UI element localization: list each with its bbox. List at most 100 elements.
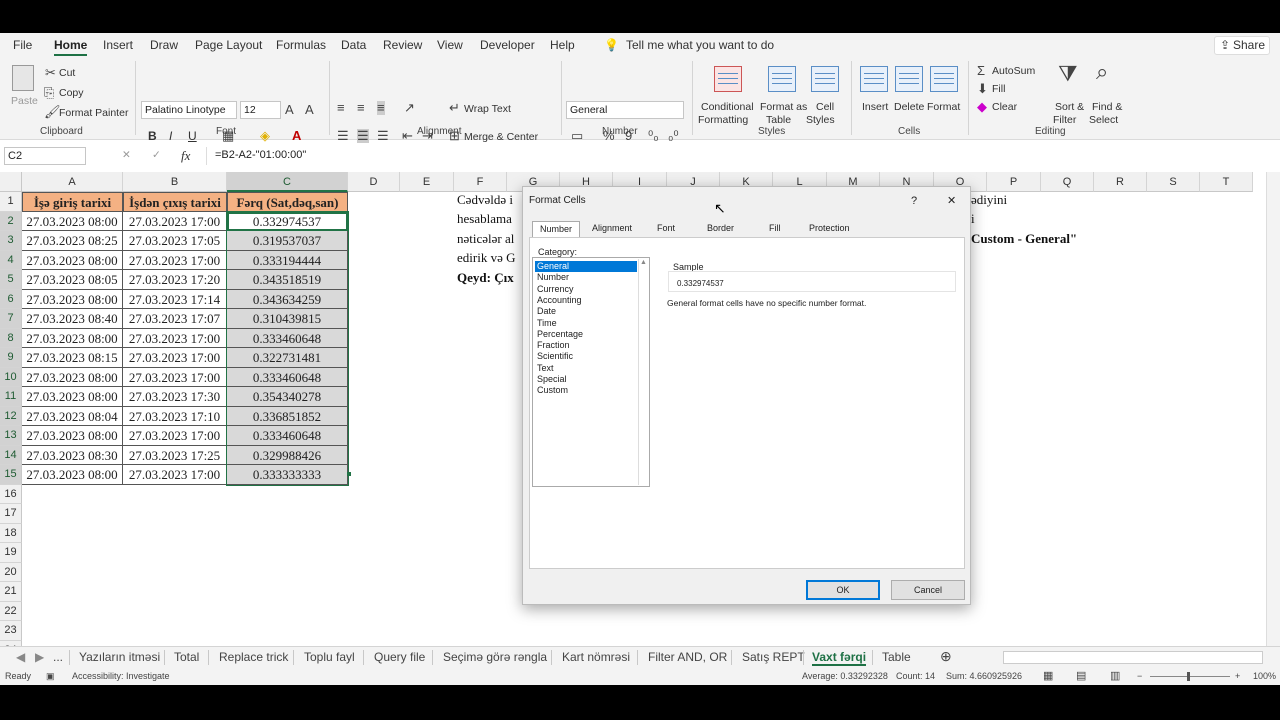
column-header[interactable]: F <box>454 172 507 192</box>
increase-decimal-icon[interactable]: ⁰₀ <box>648 129 659 143</box>
orientation-icon[interactable]: ↗ <box>404 101 415 115</box>
date-cell[interactable]: 27.03.2023 17:00 <box>123 426 227 446</box>
category-item[interactable]: Accounting <box>535 295 637 306</box>
date-cell[interactable]: 27.03.2023 17:25 <box>123 445 227 465</box>
row-header[interactable]: 12 <box>0 406 22 426</box>
dialog-tab-alignment[interactable]: Alignment <box>592 223 632 233</box>
tab-help[interactable]: Help <box>550 38 575 52</box>
category-scrollbar[interactable]: ▲ <box>638 259 648 485</box>
column-header[interactable]: A <box>22 172 123 192</box>
row-header[interactable]: 1 <box>0 192 22 212</box>
zoom-slider-thumb[interactable] <box>1187 672 1190 681</box>
category-item[interactable]: Text <box>535 363 637 374</box>
sort-filter-label-2[interactable]: Filter <box>1053 114 1076 126</box>
align-left-icon[interactable]: ☰ <box>337 129 349 143</box>
format-as-table-icon[interactable] <box>768 66 796 92</box>
row-header[interactable]: 11 <box>0 387 22 407</box>
tab-page-layout[interactable]: Page Layout <box>195 38 262 52</box>
decrease-decimal-icon[interactable]: ₀⁰ <box>668 129 679 143</box>
table-header-cell[interactable]: İşə giriş tarixi <box>22 192 123 212</box>
column-header[interactable]: D <box>348 172 400 192</box>
date-cell[interactable]: 27.03.2023 08:00 <box>22 367 123 387</box>
share-button[interactable]: ⇪ Share <box>1214 36 1270 55</box>
font-color-icon[interactable]: A <box>292 129 301 143</box>
date-cell[interactable]: 27.03.2023 08:00 <box>22 465 123 485</box>
accounting-format-icon[interactable]: ▭ <box>571 129 583 143</box>
row-header[interactable]: 5 <box>0 270 22 290</box>
category-item[interactable]: Percentage <box>535 329 637 340</box>
dialog-tab-border[interactable]: Border <box>707 223 734 233</box>
row-header[interactable]: 2 <box>0 211 22 231</box>
row-header[interactable]: 8 <box>0 328 22 348</box>
category-item[interactable]: Date <box>535 306 637 317</box>
align-right-icon[interactable]: ☰ <box>377 129 389 143</box>
insert-cells-icon[interactable] <box>860 66 888 92</box>
tab-insert[interactable]: Insert <box>103 38 133 52</box>
date-cell[interactable]: 27.03.2023 08:15 <box>22 348 123 368</box>
tab-file[interactable]: File <box>13 38 32 52</box>
date-cell[interactable]: 27.03.2023 17:30 <box>123 387 227 407</box>
row-header[interactable]: 7 <box>0 309 22 329</box>
search-icon[interactable]: ⌕ <box>1096 61 1108 83</box>
column-header[interactable]: T <box>1200 172 1253 192</box>
category-item[interactable]: Scientific <box>535 351 637 362</box>
row-header[interactable]: 19 <box>0 543 22 563</box>
dialog-tab-fill[interactable]: Fill <box>769 223 781 233</box>
find-select-label[interactable]: Find & <box>1092 101 1122 113</box>
column-header[interactable]: P <box>987 172 1041 192</box>
category-item[interactable]: Currency <box>535 284 637 295</box>
sheet-tab[interactable]: Seçimə görə rəngla <box>443 650 547 664</box>
enter-icon[interactable]: ✓ <box>152 149 161 161</box>
formula-input[interactable]: =B2-A2-"01:00:00" <box>206 147 1276 165</box>
fill-handle[interactable] <box>347 472 351 476</box>
zoom-out-icon[interactable]: − <box>1137 671 1142 681</box>
cell-styles-label-2[interactable]: Styles <box>806 114 835 126</box>
row-header[interactable]: 17 <box>0 504 22 524</box>
macro-record-icon[interactable]: ▣ <box>46 671 55 682</box>
date-cell[interactable]: 27.03.2023 17:14 <box>123 289 227 309</box>
delete-cells-button[interactable]: Delete <box>894 101 924 113</box>
column-header[interactable]: Q <box>1041 172 1094 192</box>
date-cell[interactable]: 27.03.2023 08:05 <box>22 270 123 290</box>
tab-developer[interactable]: Developer <box>480 38 535 52</box>
date-cell[interactable]: 27.03.2023 17:00 <box>123 465 227 485</box>
category-item[interactable]: Custom <box>535 385 637 396</box>
category-item[interactable]: Number <box>535 272 637 283</box>
page-layout-view-icon[interactable]: ▤ <box>1076 669 1086 682</box>
row-header[interactable]: 4 <box>0 250 22 270</box>
format-as-table-label-2[interactable]: Table <box>766 114 791 126</box>
row-header[interactable]: 3 <box>0 231 22 251</box>
date-cell[interactable]: 27.03.2023 17:00 <box>123 328 227 348</box>
category-item[interactable]: Time <box>535 318 637 329</box>
sheet-tab[interactable]: Kart nömrəsi <box>562 650 630 664</box>
sheet-tab-active[interactable]: Vaxt fərqi <box>812 650 867 666</box>
row-header[interactable]: 16 <box>0 484 22 504</box>
insert-cells-button[interactable]: Insert <box>862 101 888 113</box>
horizontal-scrollbar[interactable] <box>1003 651 1263 664</box>
add-sheet-icon[interactable]: ⊕ <box>940 648 952 665</box>
decrease-indent-icon[interactable]: ⇤ <box>402 129 413 143</box>
date-cell[interactable]: 27.03.2023 08:25 <box>22 231 123 251</box>
column-header[interactable]: R <box>1094 172 1147 192</box>
zoom-level[interactable]: 100% <box>1253 671 1276 681</box>
table-header-cell[interactable]: İşdən çıxış tarixi <box>123 192 227 212</box>
copy-button[interactable]: Copy <box>59 87 84 99</box>
tell-me-box[interactable]: Tell me what you want to do <box>626 38 774 52</box>
ok-button[interactable]: OK <box>806 580 880 600</box>
align-center-icon[interactable]: ☰ <box>357 129 369 143</box>
tab-data[interactable]: Data <box>341 38 366 52</box>
underline-button[interactable]: U <box>188 129 197 143</box>
sheet-tab[interactable]: Toplu fayl <box>304 650 355 664</box>
function-icon[interactable]: fx <box>181 148 190 164</box>
sort-filter-label[interactable]: Sort & <box>1055 101 1084 113</box>
cell-styles-icon[interactable] <box>811 66 839 92</box>
column-header[interactable]: B <box>123 172 227 192</box>
accessibility-status[interactable]: Accessibility: Investigate <box>72 671 170 681</box>
top-align-icon[interactable]: ≡ <box>337 101 345 115</box>
column-header[interactable]: C <box>227 172 348 192</box>
middle-align-icon[interactable]: ≡ <box>357 101 365 115</box>
column-header[interactable]: E <box>400 172 454 192</box>
paste-button[interactable]: Paste <box>11 95 38 107</box>
row-header[interactable]: 18 <box>0 523 22 543</box>
cancel-icon[interactable]: ✕ <box>122 149 131 161</box>
